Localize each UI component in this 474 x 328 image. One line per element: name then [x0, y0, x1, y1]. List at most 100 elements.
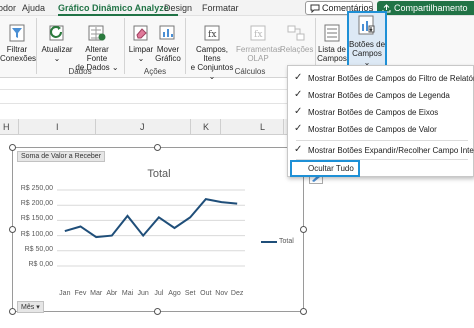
group-label-data: Dados: [68, 67, 92, 76]
share-button[interactable]: Compartilhamento: [377, 1, 474, 15]
x-tick-label: Dez: [230, 290, 244, 297]
y-tick-label: R$ 100,00: [20, 230, 53, 238]
column-header-i[interactable]: I: [56, 122, 59, 132]
move-chart-button[interactable]: Mover Gráfico: [154, 23, 182, 63]
fields-items-sets-label-1: Campos, Itens: [195, 45, 228, 63]
ribbon-separator: [36, 18, 37, 74]
y-tick-label: R$ 200,00: [20, 200, 53, 208]
comment-icon: [310, 4, 320, 13]
filter-connections-label-1: Filtrar: [6, 45, 28, 54]
field-list-button[interactable]: Lista de Campos: [317, 23, 347, 63]
column-header-k[interactable]: K: [203, 122, 209, 132]
column-separator: [190, 119, 191, 135]
y-tick-label: R$ 150,00: [20, 215, 53, 223]
clear-button[interactable]: Limpar ⌄: [128, 23, 154, 63]
clear-label: Limpar: [128, 45, 154, 54]
refresh-button[interactable]: Atualizar ⌄: [40, 23, 74, 63]
field-buttons-label-1: Botões de: [348, 40, 386, 49]
check-icon: ✓: [294, 72, 303, 83]
menu-item-show-value-buttons[interactable]: ✓ Mostrar Botões de Campos de Valor: [288, 121, 474, 138]
column-separator: [95, 119, 96, 135]
clear-dropdown-icon: ⌄: [137, 54, 145, 63]
column-separator: [283, 119, 284, 135]
y-tick-label: R$ 50,00: [24, 245, 53, 253]
field-list-icon: [324, 24, 340, 42]
menu-item-show-report-filter-buttons[interactable]: ✓ Mostrar Botões de Campos do Filtro de …: [288, 70, 474, 87]
column-header-j[interactable]: J: [140, 122, 145, 132]
relationships-icon: [287, 25, 305, 41]
olap-tools-icon: fx: [250, 25, 266, 41]
plot-area: [57, 189, 277, 267]
column-header-h[interactable]: H: [3, 122, 10, 132]
menu-item-show-axis-buttons[interactable]: ✓ Mostrar Botões de Campos de Eixos: [288, 104, 474, 121]
olap-tools-label-2: OLAP: [247, 54, 269, 63]
ribbon-tab-bar: odor Ajuda Gráfico Dinâmico Analyze Desi…: [0, 0, 474, 16]
svg-text:fx: fx: [254, 30, 262, 40]
ribbon-separator: [185, 18, 186, 74]
tab-format[interactable]: Formatar: [202, 3, 239, 13]
menu-item-hide-all[interactable]: Ocultar Tudo: [290, 160, 360, 177]
change-data-source-label-1: Alterar Fonte: [85, 45, 109, 63]
pivot-chart[interactable]: Soma de Valor a Receber Total R$ 250,00 R…: [12, 147, 304, 313]
move-chart-label-1: Mover: [156, 45, 180, 54]
tab-design[interactable]: Design: [164, 3, 192, 13]
menu-separator: [296, 140, 468, 141]
resize-handle[interactable]: [9, 226, 16, 233]
field-buttons-label-2: Campos: [352, 49, 382, 58]
menu-item-label: Mostrar Botões de Campos do Filtro de Re…: [308, 74, 474, 83]
axis-field-label: Mês: [21, 304, 35, 311]
resize-handle[interactable]: [154, 308, 161, 315]
olap-tools-button[interactable]: fx Ferramentas OLAP: [236, 23, 282, 63]
relationships-button[interactable]: Relações: [280, 23, 314, 54]
filter-connections-label-2: Conexões: [0, 54, 37, 63]
group-label-actions: Ações: [143, 67, 167, 76]
resize-handle[interactable]: [9, 308, 16, 315]
field-buttons-button[interactable]: Botões de Campos ⌄: [348, 14, 386, 67]
filter-connections-icon: [9, 24, 25, 42]
resize-handle[interactable]: [300, 308, 307, 315]
olap-tools-label-1: Ferramentas: [236, 45, 282, 54]
menu-item-label: Mostrar Botões de Campos de Valor: [308, 125, 437, 134]
check-icon: ✓: [294, 89, 303, 100]
refresh-label: Atualizar: [41, 45, 73, 54]
menu-item-show-expand-collapse-buttons[interactable]: ✓ Mostrar Botões Expandir/Recolher Campo…: [288, 142, 474, 159]
menu-item-label: Mostrar Botões de Campos de Eixos: [308, 108, 439, 117]
svg-text:fx: fx: [208, 30, 216, 40]
ribbon-separator: [124, 18, 125, 74]
y-tick-label: R$ 250,00: [20, 185, 53, 192]
field-buttons-menu: ✓ Mostrar Botões de Campos do Filtro de …: [287, 65, 474, 177]
tab-help[interactable]: Ajuda: [22, 3, 45, 13]
menu-item-label: Ocultar Tudo: [308, 164, 354, 173]
check-icon: ✓: [294, 106, 303, 117]
menu-item-label: Mostrar Botões Expandir/Recolher Campo I…: [308, 146, 474, 155]
menu-item-label: Mostrar Botões de Campos de Legenda: [308, 91, 450, 100]
fields-items-sets-icon: fx: [204, 25, 220, 41]
check-icon: ✓: [294, 144, 303, 155]
move-chart-icon: [159, 25, 175, 40]
resize-handle[interactable]: [154, 144, 161, 151]
field-list-label-2: Campos: [317, 54, 347, 63]
filter-connections-button[interactable]: Filtrar Conexões: [0, 23, 37, 63]
column-separator: [18, 119, 19, 135]
legend-label-total: Total: [279, 238, 294, 245]
tab-clipped[interactable]: odor: [0, 3, 16, 13]
y-tick-label: R$ 0,00: [28, 261, 53, 268]
check-icon: ✓: [294, 123, 303, 134]
refresh-icon: [49, 25, 64, 41]
column-separator: [220, 119, 221, 135]
axis-field-dropdown-icon: ▾: [36, 304, 40, 311]
relationships-label: Relações: [280, 45, 314, 54]
refresh-dropdown-icon: ⌄: [53, 54, 61, 63]
menu-item-show-legend-buttons[interactable]: ✓ Mostrar Botões de Campos de Legenda: [288, 87, 474, 104]
field-list-label-1: Lista de: [317, 45, 347, 54]
resize-handle[interactable]: [9, 144, 16, 151]
column-header-l[interactable]: L: [260, 122, 265, 132]
change-data-source-icon: [88, 25, 106, 41]
tab-pivotchart-analyze[interactable]: Gráfico Dinâmico Analyze: [58, 3, 169, 13]
change-data-source-button[interactable]: Alterar Fonte de Dados ⌄: [74, 23, 120, 72]
move-chart-label-2: Gráfico: [155, 54, 181, 63]
resize-handle[interactable]: [300, 226, 307, 233]
share-label: Compartilhamento: [394, 3, 468, 13]
field-buttons-icon: [358, 15, 375, 35]
axis-field-button[interactable]: Mês ▾: [17, 301, 44, 313]
